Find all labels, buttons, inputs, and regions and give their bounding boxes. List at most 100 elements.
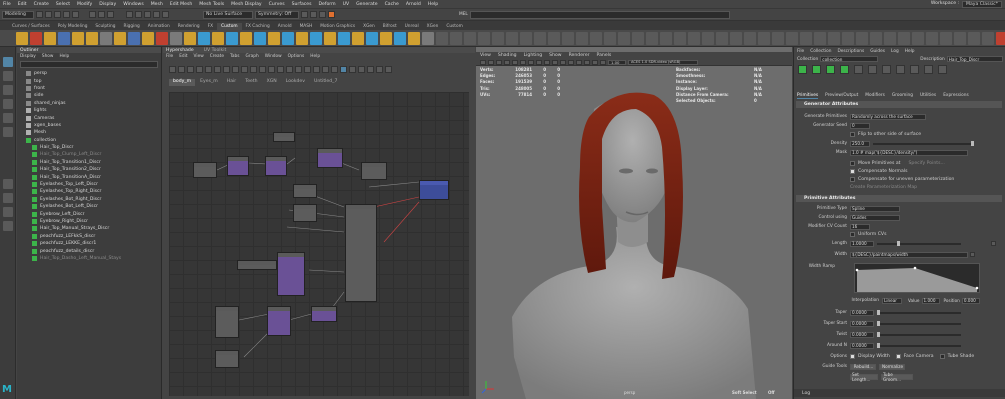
collection-dropdown[interactable]: collection <box>820 56 879 62</box>
flip-checkbox[interactable] <box>850 132 855 137</box>
arnold-render-icon[interactable] <box>328 11 335 18</box>
density-slider[interactable] <box>873 141 974 146</box>
tube-groom-button[interactable]: Tube Groom... <box>881 372 913 382</box>
connected-mode-icon[interactable] <box>259 65 266 73</box>
shelf-button-35[interactable] <box>492 31 504 45</box>
xg-tab-primitives[interactable]: Primitives <box>797 93 819 99</box>
layout-outliner-icon[interactable] <box>3 221 13 231</box>
menu-deform[interactable]: Deform <box>319 2 336 7</box>
node-file[interactable] <box>237 260 277 270</box>
node-surface-shader[interactable] <box>345 204 377 302</box>
shelf-button-7[interactable] <box>100 31 112 45</box>
xg-tab-preview[interactable]: Preview/Output <box>825 93 858 99</box>
shelf-button-63[interactable] <box>884 31 896 45</box>
vp-menu-view[interactable]: View <box>480 53 491 58</box>
cv-count-field[interactable]: 16 <box>850 223 870 230</box>
taper-field[interactable]: 0.0000 <box>850 309 874 316</box>
vp-menu-panels[interactable]: Panels <box>597 53 612 58</box>
scale-tool-icon[interactable] <box>3 127 13 137</box>
redo-icon[interactable] <box>72 11 79 18</box>
outliner-search-input[interactable] <box>20 61 158 68</box>
shelf-button-6[interactable] <box>86 31 98 45</box>
outliner-item[interactable]: Hair_Top_Manual_Strays_Discr <box>26 225 161 232</box>
wireframe-icon[interactable] <box>536 59 542 65</box>
shelf-button-25[interactable] <box>352 31 364 45</box>
shelf-button-9[interactable] <box>128 31 140 45</box>
bookmark-icon[interactable] <box>496 59 502 65</box>
graph-active-icon[interactable] <box>340 65 347 73</box>
shelf-tab-custom[interactable]: Custom <box>217 23 242 30</box>
smooth-shade-icon[interactable] <box>544 59 550 65</box>
layout-single-icon[interactable] <box>3 179 13 189</box>
menu-modify[interactable]: Modify <box>77 2 92 7</box>
move-guide-icon[interactable] <box>840 65 849 74</box>
node-shading-group[interactable] <box>361 162 387 180</box>
grid-icon[interactable] <box>512 59 518 65</box>
shelf-button-27[interactable] <box>380 31 392 45</box>
normalize-button[interactable]: Normalize <box>879 363 905 370</box>
create-bookmark-icon[interactable] <box>313 65 320 73</box>
show-attrs-icon[interactable] <box>349 65 356 73</box>
shelf-tab-fx-caching[interactable]: FX Caching <box>242 23 274 30</box>
length-field[interactable]: 1.0000 <box>850 240 874 247</box>
menu-arnold[interactable]: Arnold <box>406 2 421 7</box>
mask-expression-field[interactable]: 1.0 # map('${DESC}/density/') <box>850 149 968 156</box>
shelf-tab-arnold[interactable]: Arnold <box>274 23 296 30</box>
shadows-icon[interactable] <box>568 59 574 65</box>
xg-menu-log[interactable]: Log <box>891 49 899 54</box>
interpolation-dropdown[interactable]: Linear <box>882 297 902 304</box>
hs-menu-view[interactable]: View <box>194 54 204 59</box>
frame-selected-icon[interactable] <box>232 65 239 73</box>
hs-menu-tabs[interactable]: Tabs <box>230 54 240 59</box>
shelf-button-52[interactable] <box>730 31 742 45</box>
shelf-button-47[interactable] <box>660 31 672 45</box>
textured-icon[interactable] <box>552 59 558 65</box>
bend-guide-icon[interactable] <box>882 65 891 74</box>
shelf-tab-bifrost[interactable]: Bifrost <box>379 23 401 30</box>
primitive-type-dropdown[interactable]: Spline <box>850 205 900 212</box>
shelf-button-51[interactable] <box>716 31 728 45</box>
shelf-button-41[interactable] <box>576 31 588 45</box>
remove-node-icon[interactable] <box>214 65 221 73</box>
outliner-item[interactable]: lights <box>26 107 161 114</box>
shelf-button-69[interactable] <box>968 31 980 45</box>
shelf-button-33[interactable] <box>464 31 476 45</box>
move-tool-icon[interactable] <box>3 99 13 109</box>
shelf-button-53[interactable] <box>744 31 756 45</box>
menu-windows[interactable]: Windows <box>123 2 144 7</box>
node-file[interactable] <box>215 350 239 368</box>
shelf-button-43[interactable] <box>604 31 616 45</box>
outliner-item[interactable]: Hair_Top_Clump_Left_Discr <box>26 151 161 158</box>
hide-attrs-icon[interactable] <box>358 65 365 73</box>
shelf-button-67[interactable] <box>940 31 952 45</box>
workspace-dropdown[interactable]: Maya Classic* <box>962 1 1002 8</box>
snap-surface-icon[interactable] <box>162 11 169 18</box>
shelf-button-70[interactable] <box>982 31 994 45</box>
menu-mesh-display[interactable]: Mesh Display <box>231 2 262 7</box>
preview-icon[interactable] <box>924 65 933 74</box>
rotate-tool-icon[interactable] <box>3 113 13 123</box>
twist-field[interactable]: 0.0000 <box>850 331 874 338</box>
outliner-item[interactable]: top <box>26 77 161 84</box>
width-map-icon[interactable] <box>970 252 975 257</box>
specify-points-button[interactable]: Specify Points... <box>908 161 944 166</box>
layout-four-icon[interactable] <box>3 193 13 203</box>
simple-mode-icon[interactable] <box>250 65 257 73</box>
xg-tab-modifiers[interactable]: Modifiers <box>865 93 885 99</box>
shelf-button-57[interactable] <box>800 31 812 45</box>
render-settings-icon[interactable] <box>319 11 326 18</box>
shelf-button-36[interactable] <box>506 31 518 45</box>
camera-attrs-icon[interactable] <box>488 59 494 65</box>
shelf-button-32[interactable] <box>450 31 462 45</box>
vp-menu-show[interactable]: Show <box>549 53 561 58</box>
mode-dropdown[interactable]: Modeling <box>2 10 34 19</box>
display-width-checkbox[interactable] <box>850 354 855 359</box>
hs-tab-untitled[interactable]: Untitled_7 <box>310 79 341 86</box>
ramp-value-field[interactable]: 1.000 <box>921 297 940 304</box>
open-scene-icon[interactable] <box>45 11 52 18</box>
node-graph-canvas[interactable] <box>169 92 469 396</box>
generator-attributes-header[interactable]: Generator Attributes <box>796 101 1002 108</box>
live-surface-field[interactable]: No Live Surface <box>203 10 253 19</box>
layout-icon[interactable] <box>241 65 248 73</box>
control-using-dropdown[interactable]: Guides <box>850 214 900 221</box>
